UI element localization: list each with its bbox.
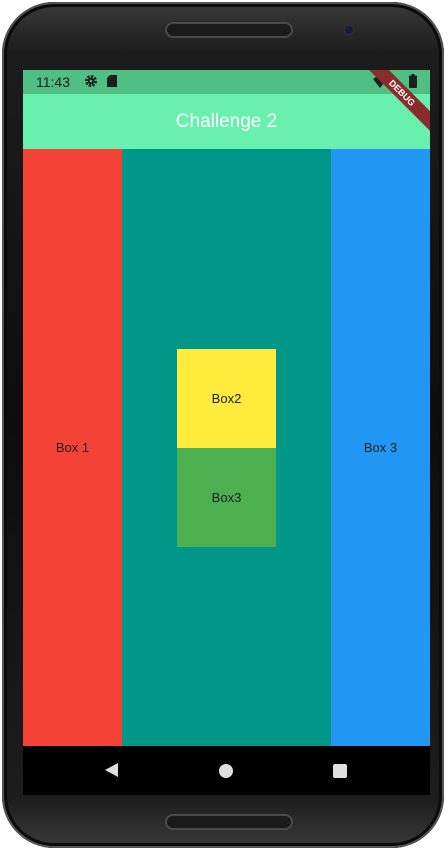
app-bar: Challenge 2 bbox=[23, 94, 430, 149]
status-bar: 11:43 bbox=[23, 70, 430, 94]
box-3-column: Box 3 bbox=[331, 149, 430, 746]
navigation-bar bbox=[23, 746, 430, 795]
recents-icon[interactable] bbox=[333, 764, 347, 778]
app-title: Challenge 2 bbox=[175, 111, 278, 132]
box-3-column-label: Box 3 bbox=[363, 440, 398, 455]
box-2-label: Box2 bbox=[211, 390, 242, 406]
device-screen: 11:43 Challenge 2 DEBUG Box 1 Box2 Box3 … bbox=[23, 70, 430, 795]
home-icon[interactable] bbox=[219, 764, 233, 778]
gear-icon bbox=[85, 75, 97, 87]
back-icon[interactable] bbox=[105, 763, 118, 777]
box-1-column: Box 1 bbox=[23, 149, 122, 746]
box-1-label: Box 1 bbox=[55, 440, 90, 455]
box-2: Box2 bbox=[177, 348, 276, 448]
status-time: 11:43 bbox=[36, 74, 70, 90]
battery-icon bbox=[409, 74, 417, 88]
box-3: Box3 bbox=[177, 447, 276, 547]
top-speaker bbox=[165, 22, 293, 38]
center-column: Box2 Box3 bbox=[122, 149, 331, 746]
bottom-speaker bbox=[165, 814, 293, 830]
front-camera bbox=[345, 26, 353, 34]
box-3-label: Box3 bbox=[211, 489, 242, 505]
content-area: Box 1 Box2 Box3 Box 3 bbox=[23, 149, 430, 746]
sdcard-icon bbox=[107, 75, 117, 87]
